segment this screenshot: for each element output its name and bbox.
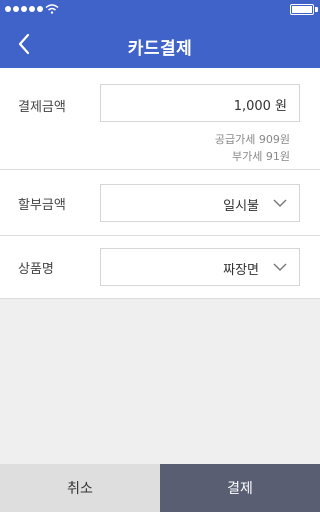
action-footer: 취소 결제 (0, 464, 320, 512)
vat-note: 부가세 91원 (232, 150, 290, 163)
amount-section: 결제금액 1,000 원 공급가세 909원 부가세 91원 (0, 68, 320, 170)
page-title: 카드결제 (127, 39, 193, 59)
amount-input[interactable]: 1,000 원 (100, 84, 300, 122)
signal-dots-icon (5, 6, 43, 12)
chevron-down-icon (273, 263, 287, 271)
amount-label: 결제금액 (18, 100, 66, 115)
product-section: 상품명 짜장면 (0, 236, 320, 299)
chevron-down-icon (273, 199, 287, 207)
status-bar (0, 0, 320, 20)
app-header: 카드결제 (0, 20, 320, 68)
product-value: 짜장면 (223, 263, 259, 278)
cancel-button[interactable]: 취소 (0, 464, 160, 512)
product-label: 상품명 (18, 262, 54, 277)
payment-form: 결제금액 1,000 원 공급가세 909원 부가세 91원 할부금액 일시불 … (0, 68, 320, 299)
installment-select[interactable]: 일시불 (100, 184, 300, 222)
amount-value: 1,000 원 (233, 99, 287, 114)
battery-icon (290, 4, 314, 15)
supply-value-note: 공급가세 909원 (214, 133, 290, 146)
installment-value: 일시불 (223, 199, 259, 214)
product-select[interactable]: 짜장면 (100, 248, 300, 286)
battery-tip (315, 7, 318, 12)
installment-label: 할부금액 (18, 198, 66, 213)
wifi-icon (45, 4, 59, 14)
installment-section: 할부금액 일시불 (0, 170, 320, 236)
pay-button[interactable]: 결제 (160, 464, 320, 512)
